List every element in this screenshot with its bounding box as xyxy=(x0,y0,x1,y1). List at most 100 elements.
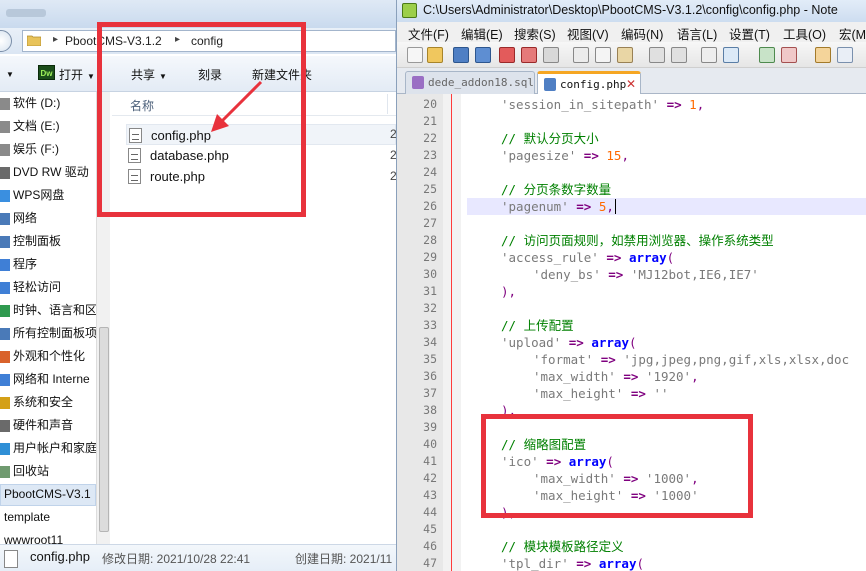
nav-item[interactable]: 所有控制面板项 xyxy=(0,322,97,344)
nav-item[interactable]: 软件 (D:) xyxy=(0,92,60,114)
nav-item[interactable]: DVD RW 驱动 xyxy=(0,161,89,183)
npp-toolbar xyxy=(397,42,866,68)
code-line-35: 'format' => 'jpg,jpeg,png,gif,xls,xlsx,d… xyxy=(533,352,850,367)
menu-file[interactable]: 文件(F) xyxy=(408,24,449,43)
sync-scroll-icon[interactable] xyxy=(815,47,831,63)
open-dropdown-icon: ▼ xyxy=(87,72,95,81)
notepad-app-icon xyxy=(402,3,417,18)
nav-scrollbar-thumb[interactable] xyxy=(99,327,109,532)
line-number: 32 xyxy=(423,301,437,315)
paste-icon[interactable] xyxy=(617,47,633,63)
line-number: 35 xyxy=(423,352,437,366)
word-wrap-icon[interactable] xyxy=(837,47,853,63)
line-number: 20 xyxy=(423,97,437,111)
undo-icon[interactable] xyxy=(649,47,665,63)
nav-item[interactable]: PbootCMS-V3.1 xyxy=(4,483,91,505)
breadcrumb-separator-icon: ▸ xyxy=(53,34,59,45)
column-divider[interactable] xyxy=(387,94,388,114)
cloud-icon xyxy=(0,189,10,202)
nav-item[interactable]: 回收站 xyxy=(0,460,49,482)
nav-item[interactable]: 系统和安全 xyxy=(0,391,73,413)
details-modified: 修改日期: 2021/10/28 22:41 xyxy=(102,552,251,566)
menu-edit[interactable]: 编辑(E) xyxy=(461,24,503,43)
nav-item-label: 网络 xyxy=(13,211,38,225)
open-file-icon[interactable] xyxy=(427,47,443,63)
redo-icon[interactable] xyxy=(671,47,687,63)
nav-item[interactable]: 用户帐户和家庭 xyxy=(0,437,97,459)
code-line-34: 'upload' => array( xyxy=(501,335,637,350)
nav-item-label: 回收站 xyxy=(13,464,50,478)
zoom-in-icon[interactable] xyxy=(759,47,775,63)
code-editor[interactable]: 20 21 22 23 24 25 26 27 28 29 30 31 32 33 34 35 36 37 38 39… xyxy=(397,94,866,571)
replace-icon[interactable] xyxy=(723,47,739,63)
line-number: 47 xyxy=(423,556,437,570)
menu-macro[interactable]: 宏(M xyxy=(839,24,866,43)
nav-item[interactable]: wwwroot11 xyxy=(4,529,63,544)
save-all-icon[interactable] xyxy=(475,47,491,63)
details-file-name: config.php xyxy=(30,549,90,564)
nav-item[interactable]: 轻松访问 xyxy=(0,276,61,298)
programs-icon xyxy=(0,258,10,271)
file-explorer-window: ▸ PbootCMS-V3.1.2 ▸ config ▼ Dw 打开 ▼ 共享 ▼ … xyxy=(0,0,396,571)
print-icon[interactable] xyxy=(543,47,559,63)
nav-item[interactable]: 娱乐 (F:) xyxy=(0,138,59,160)
nav-item[interactable]: template xyxy=(4,506,50,528)
nav-item[interactable]: 时钟、语言和区 xyxy=(0,299,97,321)
menu-encoding[interactable]: 编码(N) xyxy=(621,24,663,43)
clock-icon xyxy=(0,304,10,317)
nav-item-label: wwwroot11 xyxy=(4,533,64,544)
menu-bar: 文件(F) 编辑(E) 搜索(S) 视图(V) 编码(N) 语言(L) 设置(T… xyxy=(397,22,866,42)
nav-item-label: 时钟、语言和区 xyxy=(13,303,98,317)
nav-item[interactable]: 外观和个性化 xyxy=(0,345,85,367)
menu-settings[interactable]: 设置(T) xyxy=(729,24,770,43)
line-number: 40 xyxy=(423,437,437,451)
nav-item[interactable]: 文档 (E:) xyxy=(0,115,60,137)
nav-item-label: template xyxy=(4,510,51,524)
code-line-31: ), xyxy=(501,284,517,299)
line-number: 39 xyxy=(423,420,437,434)
close-file-icon[interactable] xyxy=(499,47,515,63)
code-line-26: 'pagenum' => 5, xyxy=(501,199,616,214)
back-button[interactable] xyxy=(0,30,12,52)
tab-dede-addon18[interactable]: dede_addon18.sql xyxy=(405,71,535,94)
nav-item[interactable]: WPS网盘 xyxy=(0,184,64,206)
nav-item[interactable]: 网络 xyxy=(0,207,37,229)
toolbar-caret-icon[interactable]: ▼ xyxy=(2,66,14,80)
line-number: 41 xyxy=(423,454,437,468)
save-icon[interactable] xyxy=(453,47,469,63)
menu-tools[interactable]: 工具(O) xyxy=(783,24,826,43)
menu-view[interactable]: 视图(V) xyxy=(567,24,609,43)
line-number: 28 xyxy=(423,233,437,247)
open-label: 打开 xyxy=(59,68,84,82)
nav-item-label: 轻松访问 xyxy=(13,280,62,294)
menu-search[interactable]: 搜索(S) xyxy=(514,24,556,43)
find-icon[interactable] xyxy=(701,47,717,63)
details-created: 创建日期: 2021/11 xyxy=(295,552,393,566)
line-number: 45 xyxy=(423,522,437,536)
close-tab-icon[interactable]: ✕ xyxy=(626,77,636,91)
nav-item[interactable]: 网络和 Interne xyxy=(0,368,90,390)
nav-item-label: PbootCMS-V3.1 xyxy=(4,487,91,501)
text-caret xyxy=(614,199,616,214)
tab-config-php[interactable]: config.php ✕ xyxy=(537,71,641,94)
cut-icon[interactable] xyxy=(573,47,589,63)
open-button[interactable]: 打开 ▼ xyxy=(59,66,95,83)
nav-item[interactable]: 硬件和声音 xyxy=(0,414,73,436)
code-line-28: // 访问页面规则，如禁用浏览器、操作系统类型 xyxy=(501,233,774,248)
nav-item[interactable]: 程序 xyxy=(0,253,37,275)
line-number: 36 xyxy=(423,369,437,383)
new-file-icon[interactable] xyxy=(407,47,423,63)
navigation-pane: 软件 (D:) 文档 (E:) 娱乐 (F:) DVD RW 驱动 WPS网盘网络控制面… xyxy=(0,92,110,544)
fold-margin[interactable] xyxy=(443,94,461,571)
nav-item-label: 系统和安全 xyxy=(13,395,74,409)
menu-language[interactable]: 语言(L) xyxy=(677,24,717,43)
appearance-icon xyxy=(0,350,10,363)
nav-item[interactable]: 控制面板 xyxy=(0,230,61,252)
copy-icon[interactable] xyxy=(595,47,611,63)
zoom-out-icon[interactable] xyxy=(781,47,797,63)
close-all-icon[interactable] xyxy=(521,47,537,63)
nav-item-label: 程序 xyxy=(13,257,38,271)
window-title: C:\Users\Administrator\Desktop\PbootCMS-… xyxy=(423,3,838,17)
nav-item-label: 软件 (D:) xyxy=(13,96,61,110)
code-line-46: // 模块模板路径定义 xyxy=(501,539,624,554)
